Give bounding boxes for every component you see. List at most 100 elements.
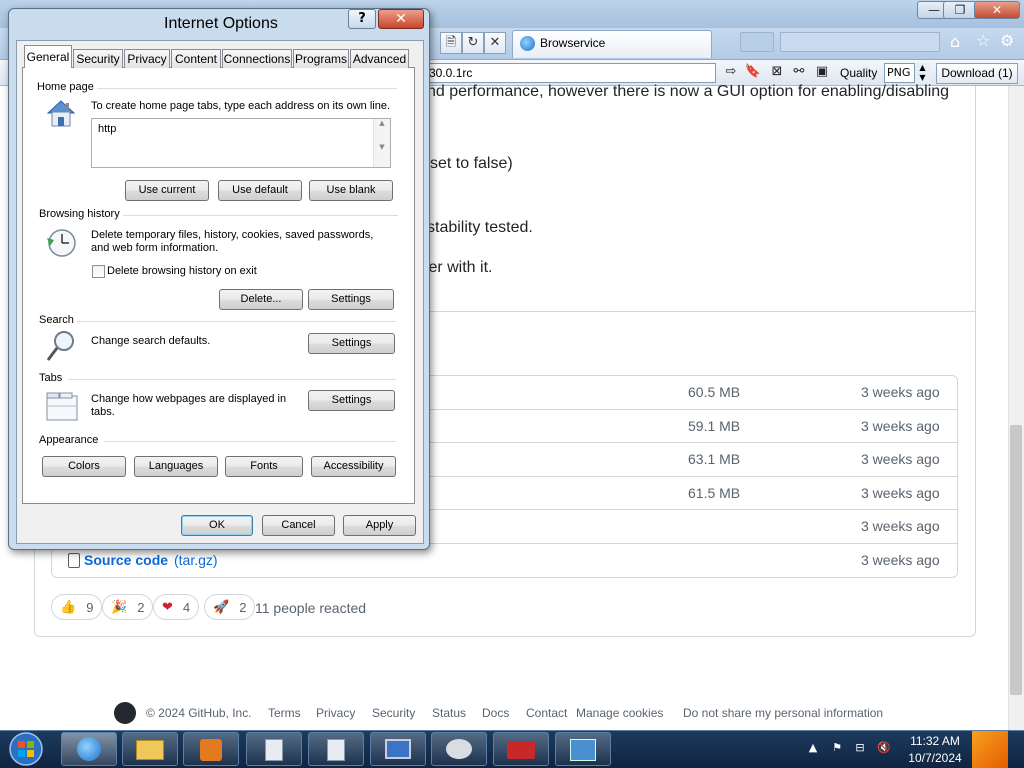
apply-button[interactable]: Apply — [343, 515, 416, 536]
use-default-button[interactable]: Use default — [218, 180, 302, 201]
gear-icon[interactable]: ⚙ — [1000, 31, 1014, 50]
home-icon[interactable]: ⌂ — [950, 32, 960, 51]
show-desktop-button[interactable] — [972, 731, 1008, 768]
reaction-count: 9 — [86, 599, 94, 615]
asset-date: 3 weeks ago — [861, 418, 940, 434]
stop-icon[interactable]: ✕ — [484, 32, 506, 54]
quality-spinner[interactable]: ▲ ▼ — [914, 63, 930, 83]
go-arrow-icon[interactable]: ⇨ — [722, 63, 740, 81]
cancel-button[interactable]: Cancel — [262, 515, 335, 536]
zoom-icon[interactable]: ⊠ — [768, 63, 786, 81]
use-blank-button[interactable]: Use blank — [309, 180, 393, 201]
tab-advanced[interactable]: Advanced — [350, 49, 409, 68]
taskbar-window-1[interactable] — [246, 732, 302, 766]
taskbar-toolbox[interactable] — [493, 732, 549, 766]
taskbar-media[interactable] — [183, 732, 239, 766]
taskbar-ie[interactable] — [61, 732, 117, 766]
reaction-thumbs-up[interactable]: 👍 9 — [51, 594, 103, 620]
browser-close-button[interactable]: ✕ — [974, 1, 1020, 19]
source-code-format[interactable]: (tar.gz) — [174, 552, 218, 568]
thumbs-up-icon: 👍 — [60, 599, 77, 614]
github-logo-icon[interactable] — [114, 702, 136, 724]
folder-icon — [136, 740, 164, 760]
languages-button[interactable]: Languages — [134, 456, 218, 477]
delete-on-exit-checkbox[interactable] — [92, 265, 105, 278]
tab-general[interactable]: General — [24, 45, 72, 68]
taskbar-window-2[interactable] — [308, 732, 364, 766]
media-player-icon — [200, 739, 222, 761]
footer-link-terms[interactable]: Terms — [268, 706, 301, 720]
reacted-summary: 11 people reacted — [255, 600, 367, 616]
start-button[interactable] — [4, 731, 48, 767]
taskbar-explorer[interactable] — [122, 732, 178, 766]
reaction-count: 4 — [182, 599, 191, 615]
taskbar-computer[interactable] — [370, 732, 426, 766]
heart-icon: ❤ — [162, 599, 173, 614]
page-icon[interactable]: 🗎 — [440, 32, 462, 54]
group-divider — [77, 321, 396, 322]
fonts-button[interactable]: Fonts — [225, 456, 303, 477]
new-tab-button[interactable] — [740, 32, 774, 52]
release-note-line: set to false) — [430, 155, 513, 172]
download-button[interactable]: Download (1) — [936, 63, 1018, 84]
network-icon[interactable]: ⊟ — [853, 741, 867, 755]
refresh-icon[interactable]: ↻ — [462, 32, 484, 54]
clock-time[interactable]: 11:32 AM — [910, 734, 960, 748]
maximize-button[interactable]: ❐ — [943, 1, 977, 19]
footer-link-status[interactable]: Status — [432, 706, 466, 720]
reaction-tada[interactable]: 🎉 2 — [102, 594, 154, 620]
tab-privacy[interactable]: Privacy — [124, 49, 170, 68]
clipboard-icon[interactable]: ▣ — [813, 63, 831, 81]
favorites-star-icon[interactable]: ☆ — [976, 31, 990, 50]
computer-icon — [385, 739, 411, 759]
accessibility-button[interactable]: Accessibility — [311, 456, 396, 477]
help-button[interactable]: ? — [348, 9, 376, 29]
delete-on-exit-label[interactable]: Delete browsing history on exit — [107, 265, 257, 278]
ok-button[interactable]: OK — [181, 515, 253, 536]
group-divider — [68, 379, 396, 380]
mouse-icon — [446, 739, 472, 759]
reaction-heart[interactable]: ❤ 4 — [153, 594, 200, 620]
clock-date[interactable]: 10/7/2024 — [907, 751, 963, 765]
textarea-scrollbar[interactable]: ▲ ▼ — [373, 119, 390, 167]
history-settings-button[interactable]: Settings — [308, 289, 394, 310]
bookmark-icon[interactable]: 🔖 — [744, 63, 762, 81]
volume-muted-icon[interactable]: 🔇 — [877, 741, 891, 755]
footer-link-manage-cookies[interactable]: Manage cookies — [576, 706, 663, 720]
tray-up-arrow-icon[interactable]: ▲ — [806, 741, 820, 755]
history-clock-icon — [47, 229, 76, 257]
delete-history-button[interactable]: Delete... — [219, 289, 303, 310]
tabs-description: Change how webpages are displayed in tab… — [91, 393, 287, 418]
footer-link-security[interactable]: Security — [372, 706, 415, 720]
action-center-flag-icon[interactable]: ⚑ — [830, 741, 844, 755]
footer-link-docs[interactable]: Docs — [482, 706, 509, 720]
tab-security[interactable]: Security — [73, 49, 123, 68]
home-page-textarea[interactable]: http — [91, 118, 391, 168]
tab-connections[interactable]: Connections — [222, 49, 292, 68]
footer-link-contact[interactable]: Contact — [526, 706, 567, 720]
asset-size: 61.5 MB — [688, 485, 741, 501]
source-code-link[interactable]: Source code — [84, 552, 168, 568]
search-settings-button[interactable]: Settings — [308, 333, 395, 354]
tabs-settings-button[interactable]: Settings — [308, 390, 395, 411]
asset-size: 60.5 MB — [688, 384, 741, 400]
group-divider — [123, 215, 398, 216]
search-box[interactable] — [780, 32, 940, 52]
footer-link-privacy[interactable]: Privacy — [316, 706, 355, 720]
taskbar-mouse[interactable] — [431, 732, 487, 766]
tab-programs[interactable]: Programs — [293, 49, 349, 68]
reaction-count: 2 — [137, 599, 145, 615]
scrollbar-thumb[interactable] — [1010, 425, 1022, 695]
footer-link-do-not-share[interactable]: Do not share my personal information — [683, 706, 883, 720]
release-note-line: nd performance, however there is now a G… — [427, 83, 950, 100]
colors-button[interactable]: Colors — [42, 456, 126, 477]
reaction-rocket[interactable]: 🚀 2 — [204, 594, 256, 620]
find-icon[interactable]: ⚯ — [790, 63, 808, 81]
dialog-close-button[interactable]: ✕ — [378, 9, 424, 29]
address-bar[interactable]: 30.0.1rc — [424, 63, 716, 83]
use-current-button[interactable]: Use current — [125, 180, 209, 201]
control-panel-icon — [570, 739, 596, 761]
taskbar-control-panel[interactable] — [555, 732, 611, 766]
tab-content[interactable]: Content — [171, 49, 221, 68]
asset-date: 3 weeks ago — [861, 384, 940, 400]
